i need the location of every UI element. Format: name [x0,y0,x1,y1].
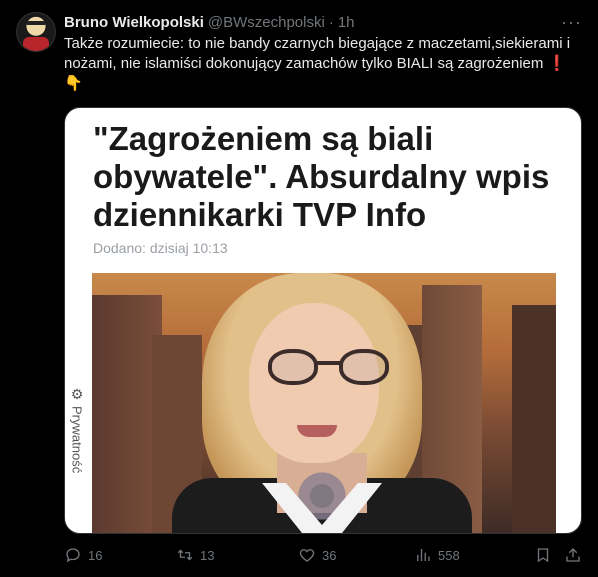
tweet-timestamp[interactable]: 1h [338,14,355,31]
bookmark-icon [537,548,549,563]
tweet-actions: 16 13 36 558 [64,543,586,567]
background-building [512,305,556,533]
avatar-headband [26,21,46,25]
retweet-icon [177,549,193,561]
glasses-left-lens [268,349,318,385]
heart-icon [299,549,315,562]
views-icon [417,549,430,561]
author-handle[interactable]: @BWszechpolski [208,14,325,31]
exclamation-emoji: ❗ [547,55,567,72]
reply-button[interactable]: 16 [64,546,102,564]
article-photo [92,273,556,533]
gear-icon: ⚙ [70,386,84,402]
like-button[interactable]: 36 [298,546,336,564]
privacy-tab[interactable]: ⚙ Prywatność [65,386,89,496]
share-button[interactable] [564,546,582,564]
tweet-body: Także rozumiecie: to nie bandy czarnych … [64,35,571,72]
tweet-text: Także rozumiecie: to nie bandy czarnych … [64,34,586,74]
article-title: "Zagrożeniem są biali obywatele". Absurd… [93,120,550,233]
retweet-button[interactable]: 13 [176,546,214,564]
reply-icon [66,548,80,563]
views-button[interactable]: 558 [414,546,460,564]
like-count: 36 [322,547,337,563]
tweet-header: Bruno Wielkopolski @BWszechpolski · 1h [64,12,355,32]
reply-count: 16 [88,547,103,563]
share-icon [566,548,580,562]
retweet-count: 13 [200,547,215,563]
person-mouth [297,425,337,437]
article-card[interactable]: "Zagrożeniem są biali obywatele". Absurd… [64,107,582,534]
pointing-down-emoji: 👇 [64,75,83,92]
bookmark-button[interactable] [534,546,552,564]
glasses-right-lens [339,349,389,385]
glasses-bridge [316,361,341,365]
author-avatar[interactable] [16,12,56,52]
avatar-shirt [23,37,49,51]
more-horizontal-icon[interactable]: ··· [561,12,582,32]
article-date: Dodano: dzisiaj 10:13 [93,240,228,256]
views-count: 558 [438,547,460,563]
author-name[interactable]: Bruno Wielkopolski [64,14,204,31]
header-separator: · [328,13,334,31]
privacy-label: Prywatność [69,406,85,474]
